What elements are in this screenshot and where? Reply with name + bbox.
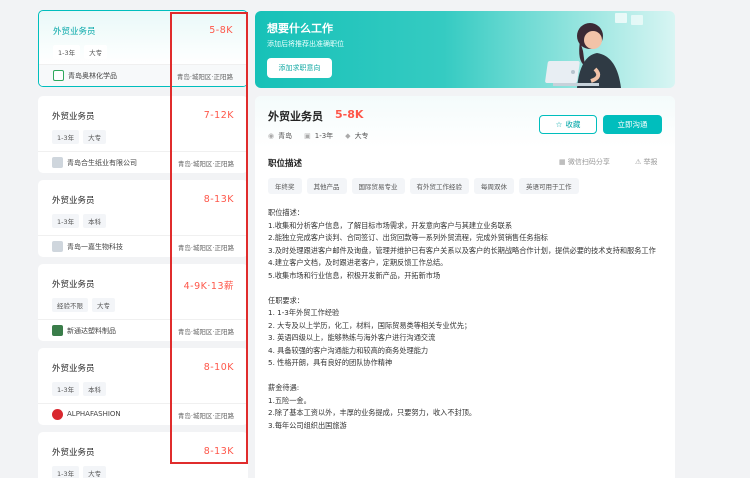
skill-tag: 英语可用于工作: [519, 178, 579, 194]
company-row[interactable]: 青岛一嘉生物科技 青岛·城阳区·正阳路: [38, 235, 248, 257]
report-link[interactable]: ⚠ 举报: [635, 157, 658, 167]
company-name: 青岛合生纸业有限公司: [67, 159, 137, 167]
skill-tag: 其他产品: [306, 178, 347, 194]
skill-tags: 年终奖 其他产品 国际贸易专业 有外贸工作经验 每周双休 英语可用于工作: [268, 178, 579, 194]
tag-experience: 经验不限: [52, 298, 88, 312]
woman-laptop-illustration: [545, 13, 643, 88]
education-icon: ◆: [345, 132, 351, 140]
job-title: 外贸业务员: [52, 112, 95, 122]
company-row[interactable]: 新通达塑料制品 青岛·城阳区·正阳路: [38, 319, 248, 341]
company-row[interactable]: 青岛合生纸业有限公司 青岛·城阳区·正阳路: [38, 151, 248, 173]
company-row[interactable]: 青岛奥林化学品 青岛·城阳区·正阳路: [39, 64, 247, 86]
detail-header: 外贸业务员 5-8K ◉ 青岛 ▣ 1-3年 ◆ 大专 ☆ 收藏 立即沟通: [255, 96, 675, 148]
tag-experience: 1-3年: [52, 466, 80, 478]
banner-subtitle: 添加后将推荐出准确职位: [267, 40, 344, 48]
job-detail-panel: 外贸业务员 5-8K ◉ 青岛 ▣ 1-3年 ◆ 大专 ☆ 收藏 立即沟通 职位描述 …: [255, 96, 675, 478]
warning-icon: ⚠: [635, 158, 644, 166]
job-card[interactable]: 外贸业务员 8-10K 1-3年 本科 ALPHAFASHION 青岛·城阳区·…: [38, 348, 248, 425]
tag-education: 本科: [83, 382, 107, 396]
company-logo-icon: [52, 241, 63, 252]
skill-tag: 年终奖: [268, 178, 302, 194]
job-intent-banner: 想要什么工作 添加后将推荐出准确职位 添加求职意向: [255, 11, 675, 88]
share-label: 微信扫码分享: [567, 158, 610, 166]
job-title: 外贸业务员: [52, 196, 95, 206]
company-row[interactable]: ALPHAFASHION 青岛·城阳区·正阳路: [38, 403, 248, 425]
tag-experience: 1-3年: [52, 130, 80, 144]
banner-title: 想要什么工作: [267, 22, 333, 35]
company-logo-icon: [52, 409, 63, 420]
company-logo-icon: [52, 157, 63, 168]
job-card[interactable]: 外贸业务员 8-13K 1-3年 本科 青岛一嘉生物科技 青岛·城阳区·正阳路: [38, 180, 248, 257]
job-salary: 8-10K: [203, 362, 234, 373]
job-salary: 7-12K: [203, 110, 234, 121]
job-location: 青岛·城阳区·正阳路: [177, 412, 234, 420]
experience-icon: ▣: [304, 132, 311, 140]
section-title: 职位描述: [268, 159, 303, 169]
job-salary: 8-13K: [203, 194, 234, 205]
collect-label: 收藏: [565, 120, 581, 129]
job-location: 青岛·城阳区·正阳路: [176, 73, 233, 81]
report-label: 举报: [643, 158, 658, 166]
job-title: 外贸业务员: [52, 364, 95, 374]
job-title: 外贸业务员: [52, 280, 95, 290]
qrcode-icon: ▦: [559, 158, 568, 166]
job-card[interactable]: 外贸业务员 7-12K 1-3年 大专 青岛合生纸业有限公司 青岛·城阳区·正阳…: [38, 96, 248, 173]
tag-experience: 1-3年: [52, 382, 80, 396]
tag-education: 大专: [92, 298, 115, 312]
detail-city: 青岛: [278, 132, 293, 140]
wechat-share-link[interactable]: ▦ 微信扫码分享: [559, 157, 610, 167]
company-name: 新通达塑料制品: [67, 327, 116, 335]
job-salary: 8-13K: [203, 446, 234, 457]
job-card[interactable]: 外贸业务员 4-9K·13薪 经验不限 大专 新通达塑料制品 青岛·城阳区·正阳…: [38, 264, 248, 341]
job-description: 职位描述： 1.收集和分析客户信息，了解目标市场需求，开发意向客户与其建立业务联…: [268, 208, 656, 430]
job-salary: 4-9K·13薪: [183, 281, 234, 292]
tag-education: 大专: [83, 130, 107, 144]
chat-now-button[interactable]: 立即沟通: [603, 115, 662, 134]
job-location: 青岛·城阳区·正阳路: [177, 328, 234, 336]
job-location: 青岛·城阳区·正阳路: [177, 160, 234, 168]
tag-education: 大专: [83, 466, 107, 478]
tag-experience: 1-3年: [52, 214, 80, 228]
collect-button[interactable]: ☆ 收藏: [539, 115, 597, 134]
tag-education: 本科: [83, 214, 107, 228]
star-icon: ☆: [555, 120, 563, 129]
job-card[interactable]: 外贸业务员 5-8K 1-3年 大专 青岛奥林化学品 青岛·城阳区·正阳路: [38, 10, 248, 87]
job-title: 外贸业务员: [53, 27, 96, 37]
detail-meta: ◉ 青岛 ▣ 1-3年 ◆ 大专: [268, 131, 369, 141]
skill-tag: 每周双休: [474, 178, 514, 194]
company-logo-icon: [53, 70, 64, 81]
company-name: ALPHAFASHION: [67, 410, 121, 418]
job-title: 外贸业务员: [52, 448, 95, 458]
job-location: 青岛·城阳区·正阳路: [177, 244, 234, 252]
detail-salary: 5-8K: [335, 108, 364, 121]
add-intent-button[interactable]: 添加求职意向: [267, 58, 332, 78]
company-name: 青岛一嘉生物科技: [67, 243, 123, 251]
company-logo-icon: [52, 325, 63, 336]
location-icon: ◉: [268, 132, 275, 140]
job-salary: 5-8K: [209, 25, 233, 36]
tag-experience: 1-3年: [53, 45, 81, 59]
detail-job-title: 外贸业务员: [268, 110, 323, 123]
skill-tag: 有外贸工作经验: [409, 178, 469, 194]
tag-education: 大专: [84, 45, 108, 59]
job-card[interactable]: 外贸业务员 8-13K 1-3年 大专: [38, 432, 248, 478]
skill-tag: 国际贸易专业: [351, 178, 405, 194]
company-name: 青岛奥林化学品: [68, 72, 117, 80]
detail-experience: 1-3年: [314, 132, 334, 140]
detail-education: 大专: [354, 132, 369, 140]
